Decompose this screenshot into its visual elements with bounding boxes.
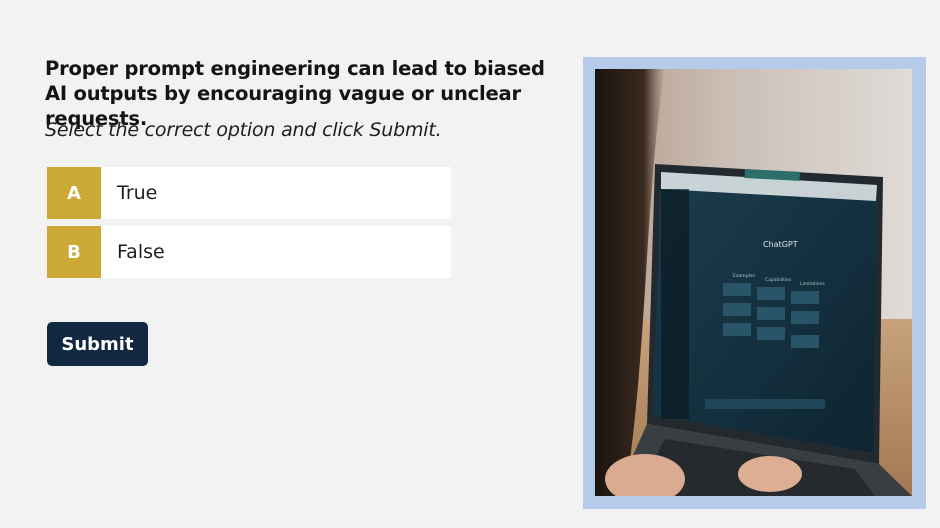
option-a-letter: A <box>47 167 101 219</box>
photo-frame: ChatGPT Examples Capabilities Limitation… <box>583 57 926 509</box>
instruction-text: Select the correct option and click Subm… <box>45 119 442 141</box>
option-a-label: True <box>117 182 158 204</box>
option-a[interactable]: A True <box>47 167 451 219</box>
submit-button[interactable]: Submit <box>47 322 148 366</box>
option-b[interactable]: B False <box>47 226 451 278</box>
option-b-label: False <box>117 241 165 263</box>
photo-column-2: Capabilities <box>765 277 792 283</box>
photo-screen-title: ChatGPT <box>763 240 798 249</box>
photo-column-1: Examples <box>733 273 756 279</box>
laptop-photo: ChatGPT Examples Capabilities Limitation… <box>595 69 912 496</box>
option-b-letter: B <box>47 226 101 278</box>
photo-column-3: Limitations <box>800 281 826 287</box>
laptop-illustration: ChatGPT Examples Capabilities Limitation… <box>595 69 912 496</box>
